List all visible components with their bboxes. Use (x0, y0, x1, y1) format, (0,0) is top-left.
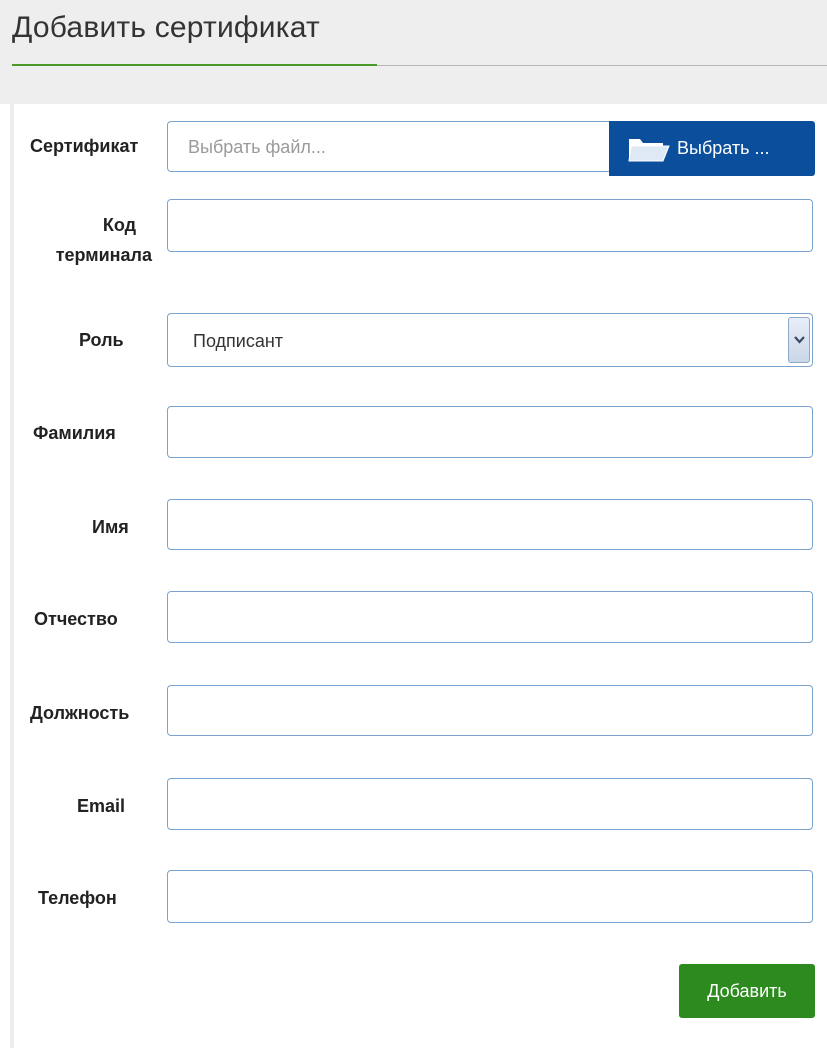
phone-label: Телефон (38, 888, 117, 908)
certificate-file-field[interactable]: Выбрать файл... (167, 121, 611, 172)
terminal-code-label-line1: Код (102, 215, 136, 235)
chevron-down-icon (794, 336, 805, 344)
role-select[interactable]: Подписант (167, 313, 813, 367)
page-title: Добавить сертификат (12, 11, 320, 44)
position-label: Должность (30, 703, 130, 723)
phone-field[interactable] (167, 870, 813, 923)
role-label: Роль (79, 330, 124, 350)
title-accent-underline (12, 64, 377, 66)
terminal-code-field[interactable] (167, 199, 813, 252)
page-header: Добавить сертификат (0, 0, 827, 104)
folder-open-icon (628, 139, 670, 162)
patronymic-label: Отчество (34, 609, 118, 629)
certificate-label: Сертификат (30, 136, 139, 156)
browse-file-button[interactable]: Выбрать ... (609, 121, 815, 176)
last-name-field[interactable] (167, 406, 813, 458)
certificate-file-placeholder: Выбрать файл... (188, 137, 326, 157)
last-name-label: Фамилия (33, 423, 116, 443)
role-select-arrow-button[interactable] (788, 317, 810, 363)
first-name-label: Имя (92, 517, 129, 537)
email-field[interactable] (167, 778, 813, 830)
add-certificate-button[interactable]: Добавить (679, 964, 815, 1018)
patronymic-field[interactable] (167, 591, 813, 643)
email-label: Email (77, 796, 126, 816)
role-selected-value: Подписант (193, 331, 284, 351)
first-name-field[interactable] (167, 499, 813, 550)
terminal-code-label-line2: терминала (55, 245, 152, 265)
position-field[interactable] (167, 685, 813, 736)
browse-file-label: Выбрать ... (677, 138, 770, 158)
terminal-code-label: Код терминала (30, 213, 152, 267)
